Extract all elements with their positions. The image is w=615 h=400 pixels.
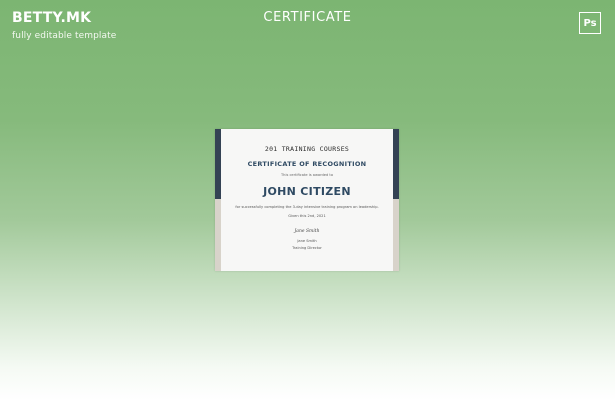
photoshop-icon: Ps <box>579 12 601 34</box>
page-title: CERTIFICATE <box>263 10 352 25</box>
certificate-signer-role: Training Director <box>292 246 322 250</box>
right-accent-bar-dark <box>393 129 399 199</box>
certificate-content: 201 TRAINING COURSES CERTIFICATE OF RECO… <box>221 129 393 271</box>
certificate-signer-name: Jane Smith <box>297 239 317 243</box>
certificate-organization: 201 TRAINING COURSES <box>264 145 350 153</box>
certificate-title: CERTIFICATE OF RECOGNITION <box>247 160 367 168</box>
certificate-preview: 201 TRAINING COURSES CERTIFICATE OF RECO… <box>215 129 399 271</box>
certificate-signature: Jane Smith <box>294 229 320 234</box>
certificate-awarded-to: This certificate is awarded to <box>280 173 334 177</box>
certificate-date: Given this 2nd, 2021 <box>288 214 326 218</box>
certificate-description: for successfully completing the 3-day in… <box>235 205 379 209</box>
tagline: fully editable template <box>12 31 117 41</box>
certificate-recipient: JOHN CITIZEN <box>263 185 351 198</box>
right-accent-bar-light <box>393 199 399 271</box>
